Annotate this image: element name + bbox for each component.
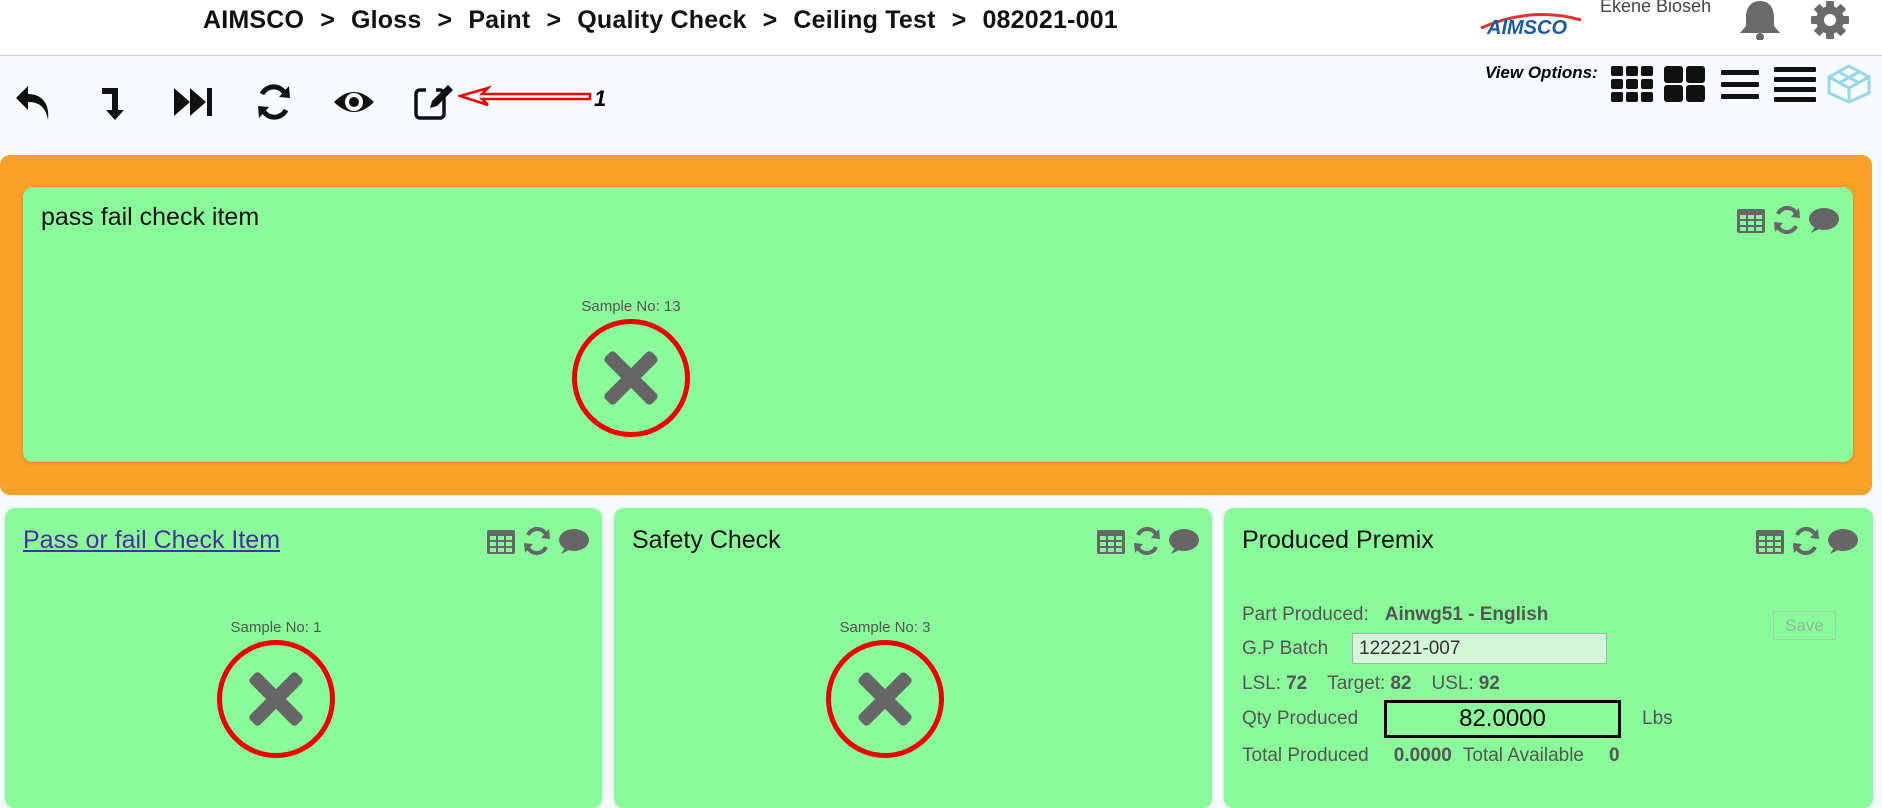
- aimsco-logo: AIMSCO: [1480, 13, 1582, 39]
- undo-icon[interactable]: [12, 82, 56, 122]
- table-icon[interactable]: [1754, 526, 1786, 556]
- sample-number-label: Sample No: 13: [581, 298, 681, 315]
- target-label: Target:: [1327, 673, 1386, 694]
- card-title: pass fail check item: [41, 203, 260, 231]
- usl-value: 92: [1478, 673, 1500, 694]
- refresh-icon[interactable]: [252, 82, 296, 122]
- total-available-label: Total Available: [1462, 745, 1584, 766]
- breadcrumb: AIMSCO > Gloss > Paint > Quality Check >…: [203, 6, 1118, 35]
- view-options-label: View Options:: [1485, 63, 1598, 82]
- sample-result: Sample No: 13: [555, 298, 707, 437]
- comment-icon[interactable]: [1807, 205, 1839, 235]
- breadcrumb-ceiling-test[interactable]: Ceiling Test: [793, 6, 935, 35]
- card-tools: [1754, 526, 1858, 556]
- table-icon[interactable]: [1735, 205, 1767, 235]
- fail-indicator[interactable]: [826, 640, 944, 758]
- table-icon[interactable]: [1095, 526, 1127, 556]
- part-produced-row: Part Produced: Ainwg51 - English: [1242, 604, 1548, 626]
- totals-row: Total Produced 0.0000 Total Available 0: [1242, 745, 1620, 767]
- comment-icon[interactable]: [557, 526, 589, 556]
- logo-text: AIMSCO: [1486, 17, 1567, 39]
- card-pass-fail-check-item[interactable]: pass fail check item Sample No: 13: [23, 187, 1853, 462]
- gear-icon[interactable]: [1808, 0, 1852, 40]
- usl-label: USL:: [1431, 673, 1474, 694]
- save-button[interactable]: Save: [1773, 611, 1836, 640]
- breadcrumb-lot[interactable]: 082021-001: [982, 6, 1117, 35]
- sample-result: Sample No: 1: [200, 619, 352, 758]
- qty-produced-label: Qty Produced: [1242, 708, 1359, 729]
- cube-icon[interactable]: [1826, 64, 1872, 104]
- close-icon: [858, 672, 912, 726]
- annotation-number: 1: [594, 86, 607, 111]
- comment-icon[interactable]: [1167, 526, 1199, 556]
- breadcrumb-gloss[interactable]: Gloss: [351, 6, 421, 35]
- spec-limits-row: LSL: 72 Target: 82 USL: 92: [1242, 673, 1500, 695]
- refresh-icon[interactable]: [1771, 205, 1803, 235]
- fail-indicator[interactable]: [217, 640, 335, 758]
- grid-large-icon[interactable]: [1662, 64, 1708, 104]
- qty-produced-row: Qty Produced: [1242, 708, 1358, 730]
- card-tools: [1735, 205, 1839, 235]
- lsl-value: 72: [1286, 673, 1308, 694]
- qty-produced-input[interactable]: [1384, 700, 1621, 738]
- table-icon[interactable]: [485, 526, 517, 556]
- eye-icon[interactable]: [332, 82, 376, 122]
- close-icon: [249, 672, 303, 726]
- gp-batch-input[interactable]: [1352, 633, 1607, 664]
- breadcrumb-aimsco[interactable]: AIMSCO: [203, 6, 304, 35]
- total-produced-label: Total Produced: [1242, 745, 1369, 766]
- card-pass-or-fail-check-item[interactable]: Pass or fail Check Item Sample No: 1: [5, 508, 602, 808]
- part-produced-label: Part Produced:: [1242, 604, 1369, 625]
- refresh-icon[interactable]: [521, 526, 553, 556]
- breadcrumb-separator: >: [546, 6, 562, 34]
- breadcrumb-paint[interactable]: Paint: [468, 6, 530, 35]
- comment-icon[interactable]: [1826, 526, 1858, 556]
- bell-icon[interactable]: [1736, 0, 1784, 40]
- card-tools: [1095, 526, 1199, 556]
- card-safety-check[interactable]: Safety Check Sample No: 3: [614, 508, 1212, 808]
- step-down-icon[interactable]: [92, 82, 136, 122]
- sample-result: Sample No: 3: [809, 619, 961, 758]
- card-title: Produced Premix: [1242, 526, 1434, 554]
- lsl-label: LSL:: [1242, 673, 1282, 694]
- refresh-icon[interactable]: [1790, 526, 1822, 556]
- gp-batch-label: G.P Batch: [1242, 638, 1329, 659]
- target-value: 82: [1390, 673, 1412, 694]
- refresh-icon[interactable]: [1131, 526, 1163, 556]
- list-dense-icon[interactable]: [1772, 64, 1818, 104]
- list-icon[interactable]: [1717, 64, 1763, 104]
- total-available-value: 0: [1609, 745, 1620, 766]
- breadcrumb-separator: >: [437, 6, 453, 34]
- annotation-arrow: [458, 85, 592, 107]
- card-title-link[interactable]: Pass or fail Check Item: [23, 526, 280, 555]
- user-name[interactable]: Ekene Bioseh: [1600, 0, 1711, 17]
- breadcrumb-separator: >: [762, 6, 778, 34]
- breadcrumb-separator: >: [951, 6, 967, 34]
- fast-forward-icon[interactable]: [172, 82, 216, 122]
- sample-number-label: Sample No: 3: [839, 619, 931, 636]
- grid-small-icon[interactable]: [1609, 64, 1655, 104]
- part-produced-value: Ainwg51 - English: [1384, 604, 1549, 625]
- sample-number-label: Sample No: 1: [230, 619, 322, 636]
- fail-indicator[interactable]: [572, 319, 690, 437]
- close-icon: [604, 351, 658, 405]
- qty-unit: Lbs: [1642, 708, 1673, 729]
- total-produced-value: 0.0000: [1393, 745, 1452, 766]
- card-tools: [485, 526, 589, 556]
- breadcrumb-quality-check[interactable]: Quality Check: [577, 6, 746, 35]
- card-title: Safety Check: [632, 526, 781, 554]
- gp-batch-row: G.P Batch: [1242, 638, 1328, 660]
- breadcrumb-separator: >: [320, 6, 336, 34]
- edit-icon[interactable]: [412, 82, 456, 122]
